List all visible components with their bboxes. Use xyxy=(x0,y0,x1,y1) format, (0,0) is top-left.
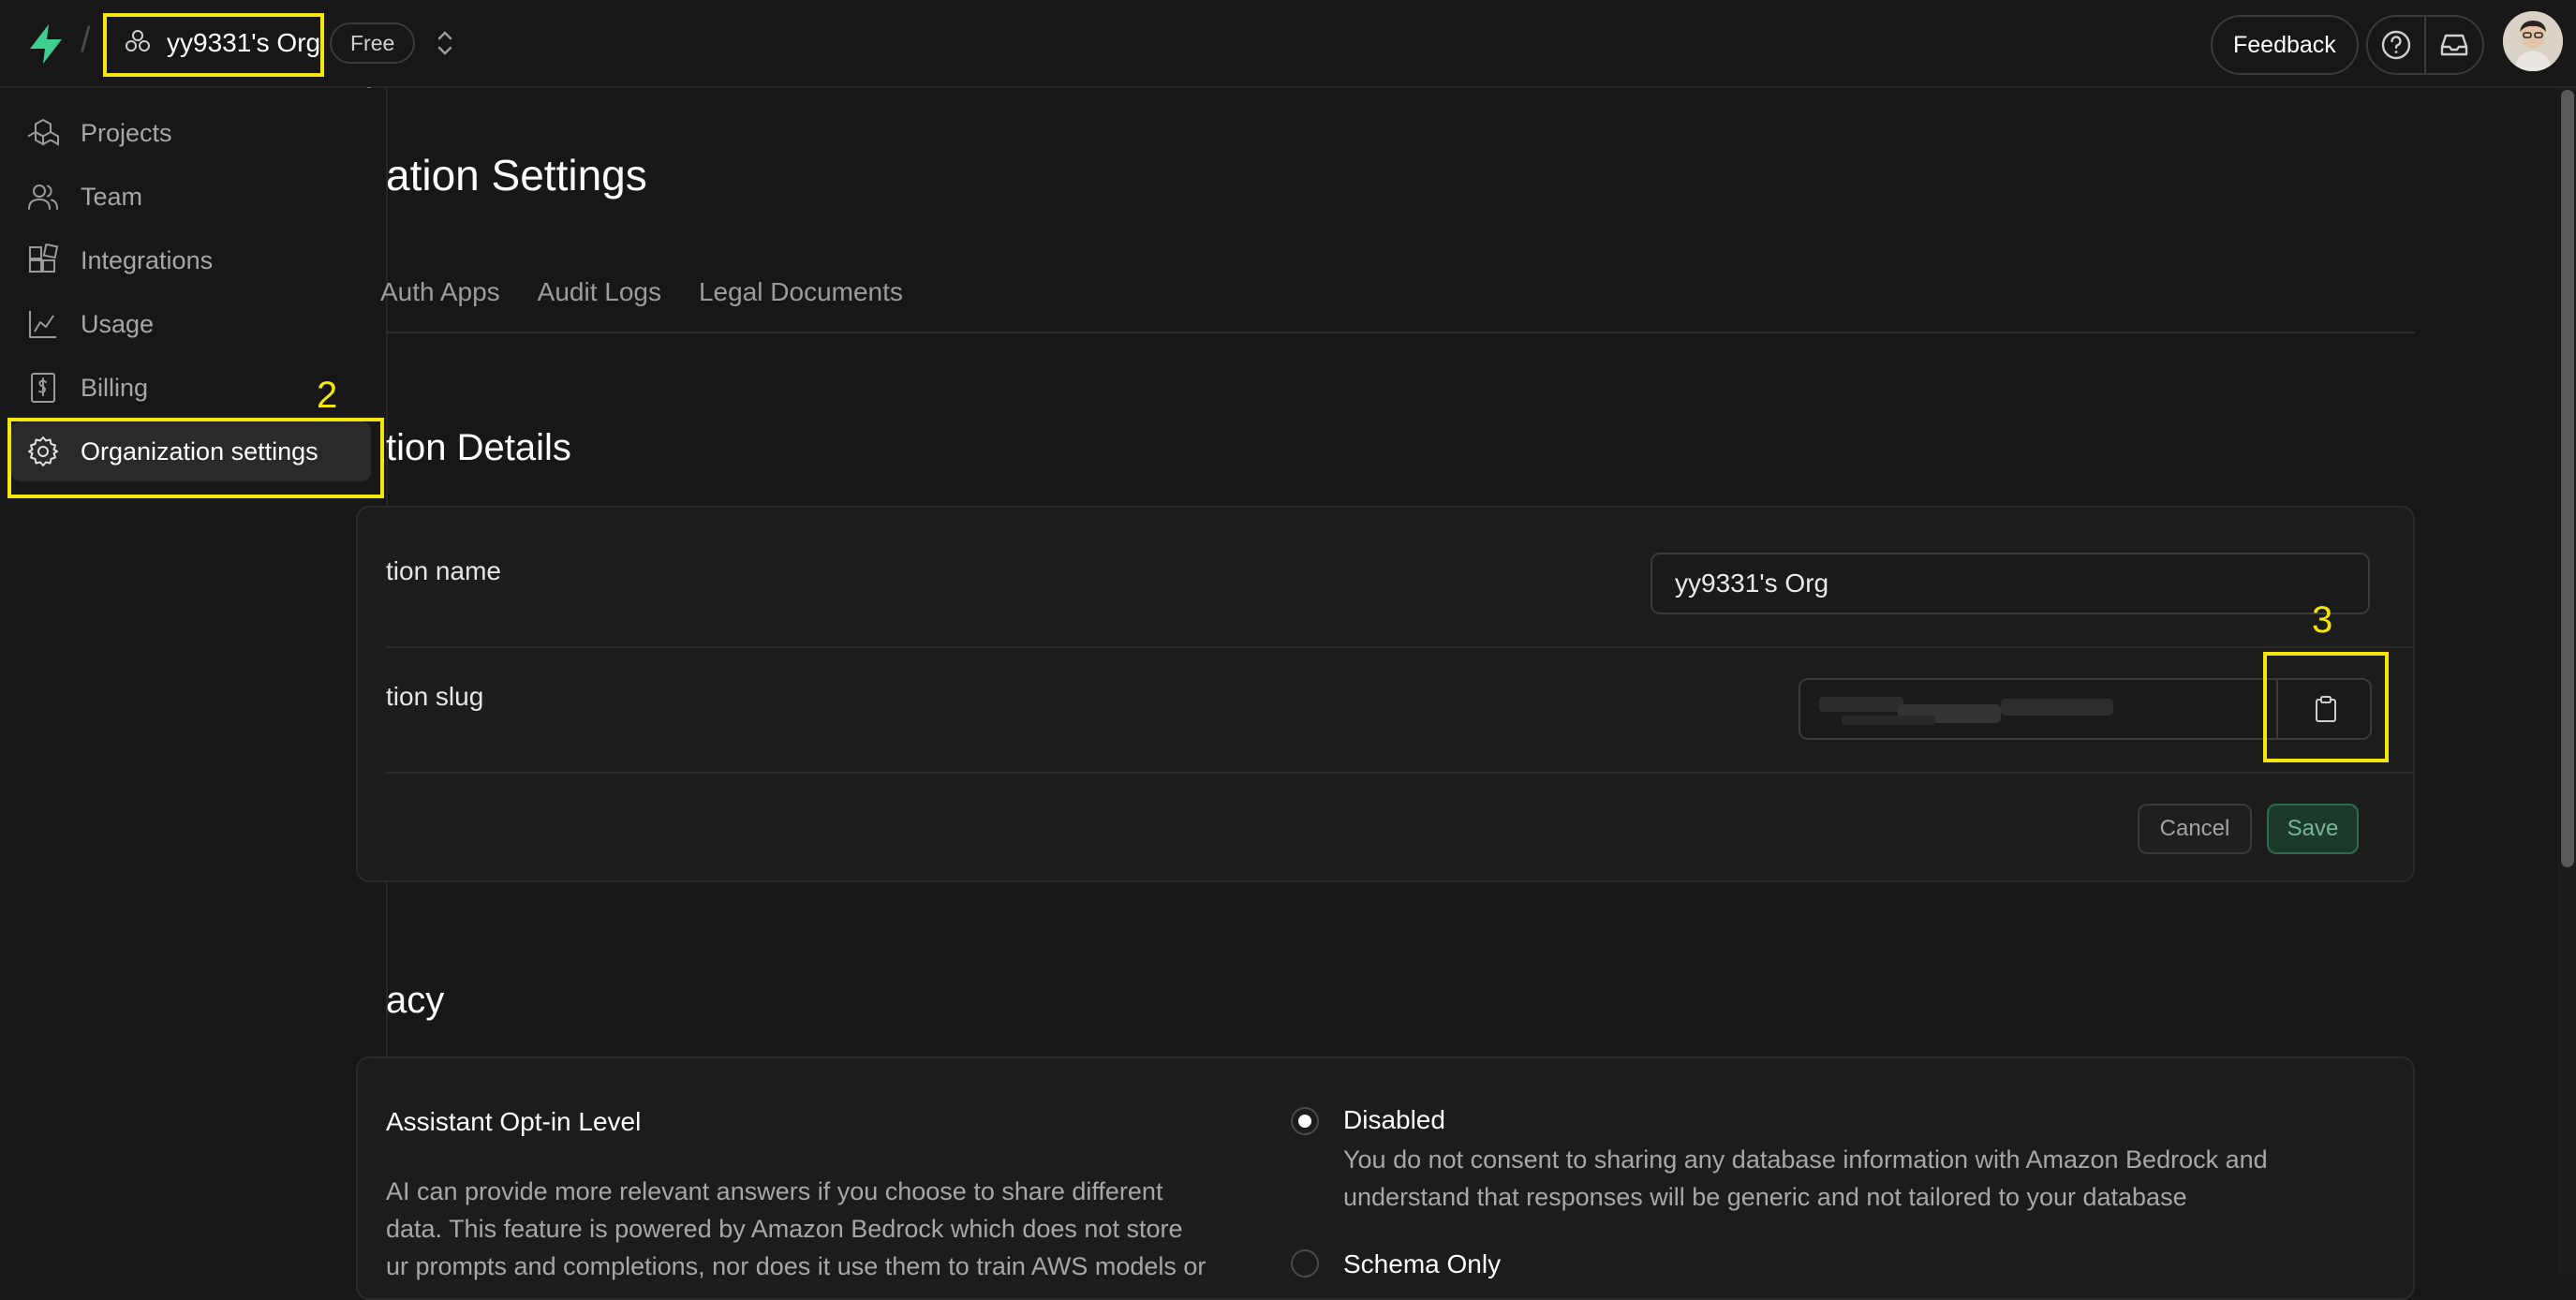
sidebar-item-projects[interactable]: Projects xyxy=(11,103,371,163)
assistant-optin-description-line: data. This feature is powered by Amazon … xyxy=(386,1215,1183,1243)
assistant-optin-title: Assistant Opt-in Level xyxy=(386,1107,642,1136)
radio-selected-dot xyxy=(1298,1115,1311,1128)
details-heading: tion Details xyxy=(386,427,571,468)
inbox-icon xyxy=(2440,34,2468,56)
tab-oauth-apps[interactable]: Auth Apps xyxy=(380,277,500,307)
projects-icon xyxy=(27,118,59,146)
feedback-button[interactable]: Feedback xyxy=(2211,15,2359,75)
supabase-logo-icon[interactable] xyxy=(24,22,67,66)
usage-icon xyxy=(29,311,56,338)
tabs-divider xyxy=(386,332,2415,333)
option-disabled-description: understand that responses will be generi… xyxy=(1343,1183,2187,1211)
sidebar-item-team[interactable]: Team xyxy=(11,167,371,227)
option-schema-only-title: Schema Only xyxy=(1343,1249,1502,1278)
redacted-slug-mask xyxy=(1819,697,2113,725)
privacy-heading: acy xyxy=(386,980,445,1021)
save-button[interactable]: Save xyxy=(2267,804,2359,854)
inbox-button[interactable] xyxy=(2424,15,2484,75)
help-button[interactable] xyxy=(2366,15,2426,75)
radio-disabled[interactable] xyxy=(1291,1107,1319,1135)
row-divider xyxy=(386,772,2415,774)
option-disabled-title: Disabled xyxy=(1343,1105,1445,1134)
breadcrumb-separator: / xyxy=(81,21,91,60)
user-avatar[interactable] xyxy=(2503,11,2563,71)
sidebar-item-integrations[interactable]: Integrations xyxy=(11,230,371,290)
page-title: ation Settings xyxy=(386,151,647,199)
help-icon xyxy=(2381,30,2411,60)
org-name-input[interactable]: yy9331's Org xyxy=(1651,553,2370,614)
assistant-optin-description-line: ur prompts and completions, nor does it … xyxy=(386,1252,1207,1280)
option-disabled-description: You do not consent to sharing any databa… xyxy=(1343,1145,2268,1174)
plan-badge: Free xyxy=(330,22,416,64)
highlight-box-2 xyxy=(7,418,384,498)
chevron-updown-icon[interactable] xyxy=(433,24,457,62)
highlight-box-1 xyxy=(103,13,324,77)
org-slug-label: tion slug xyxy=(386,682,484,711)
highlight-box-3 xyxy=(2263,652,2389,762)
scrollbar-thumb[interactable] xyxy=(2561,90,2574,867)
tab-audit-logs[interactable]: Audit Logs xyxy=(538,277,661,307)
row-divider xyxy=(386,646,2415,648)
team-icon xyxy=(28,185,58,210)
settings-tabs: Auth Apps Audit Logs Legal Documents xyxy=(380,277,903,307)
annotation-number-3: 3 xyxy=(2312,599,2333,641)
annotation-number-2: 2 xyxy=(317,375,338,416)
org-name-label: tion name xyxy=(386,556,501,585)
assistant-optin-description-line: AI can provide more relevant answers if … xyxy=(386,1177,1163,1205)
billing-icon xyxy=(31,373,55,403)
cancel-button[interactable]: Cancel xyxy=(2138,804,2252,854)
tab-legal-documents[interactable]: Legal Documents xyxy=(699,277,903,307)
integrations-icon xyxy=(29,244,59,273)
sidebar-item-usage[interactable]: Usage xyxy=(11,294,371,354)
